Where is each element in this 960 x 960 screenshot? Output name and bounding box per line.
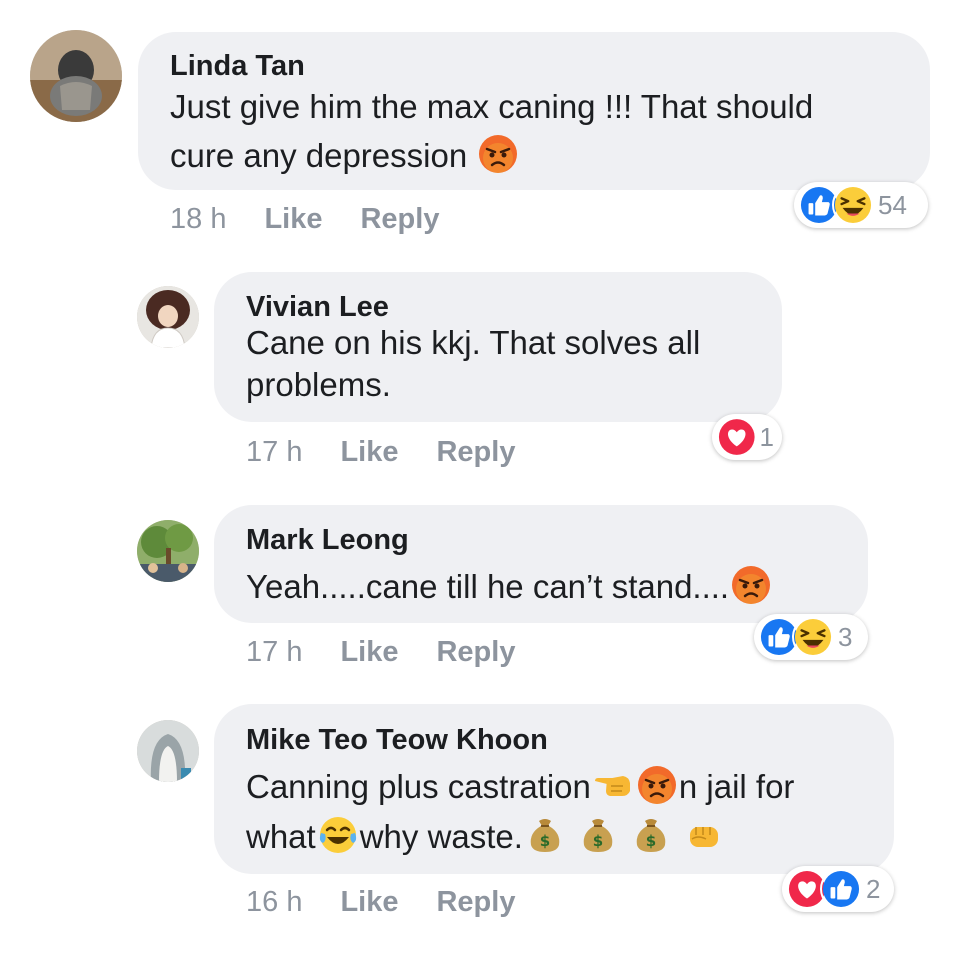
author-name[interactable]: Mark Leong bbox=[246, 524, 409, 557]
comment-meta: 18 h Like Reply bbox=[170, 203, 477, 236]
reaction-summary[interactable]: 54 bbox=[794, 182, 928, 228]
comment-line-text: Canning plus castration bbox=[246, 768, 591, 805]
reaction-count: 2 bbox=[866, 873, 881, 904]
comment-line-text: Yeah.....cane till he can’t stand.... bbox=[246, 568, 730, 605]
fist-emoji-icon bbox=[684, 815, 724, 855]
comment-meta: 17 h Like Reply bbox=[246, 636, 553, 669]
like-button[interactable]: Like bbox=[340, 636, 398, 669]
like-button[interactable]: Like bbox=[340, 436, 398, 469]
comment-text: Yeah.....cane till he can’t stand.... bbox=[246, 562, 773, 611]
like-icon bbox=[820, 868, 862, 910]
comment-line: Canning plus castration n jail for bbox=[246, 762, 794, 812]
comment-line: Just give him the max caning !!! That sh… bbox=[170, 88, 814, 125]
reaction-summary[interactable]: 3 bbox=[754, 614, 868, 660]
reaction-count: 54 bbox=[878, 189, 907, 220]
angry-emoji-icon bbox=[731, 565, 771, 605]
comment-line: Yeah.....cane till he can’t stand.... bbox=[246, 562, 773, 611]
avatar-photo bbox=[30, 30, 122, 122]
love-icon bbox=[716, 416, 758, 458]
reaction-count: 3 bbox=[838, 621, 853, 652]
comment-text: Just give him the max caning !!! That sh… bbox=[170, 82, 813, 180]
haha-icon bbox=[832, 184, 874, 226]
author-name[interactable]: Vivian Lee bbox=[246, 291, 389, 324]
joy-emoji-icon bbox=[318, 815, 358, 855]
comment-line-text: cure any depression bbox=[170, 137, 468, 174]
timestamp[interactable]: 17 h bbox=[246, 436, 302, 469]
comment-line: what why waste. bbox=[246, 812, 794, 862]
comment-line: problems. bbox=[246, 366, 391, 403]
reply-button[interactable]: Reply bbox=[436, 436, 515, 469]
timestamp[interactable]: 17 h bbox=[246, 636, 302, 669]
comment-line: Cane on his kkj. That solves all bbox=[246, 324, 701, 361]
like-button[interactable]: Like bbox=[340, 886, 398, 919]
like-button[interactable]: Like bbox=[264, 203, 322, 236]
avatar[interactable] bbox=[30, 30, 122, 122]
comment-text: Canning plus castration n jail for what wh… bbox=[246, 762, 794, 862]
reply-button[interactable]: Reply bbox=[436, 636, 515, 669]
timestamp[interactable]: 16 h bbox=[246, 886, 302, 919]
pointing-hand-emoji-icon bbox=[593, 765, 633, 805]
reaction-count: 1 bbox=[759, 421, 774, 452]
reply-button[interactable]: Reply bbox=[360, 203, 439, 236]
avatar-photo bbox=[137, 286, 199, 348]
comment-line-2: cure any depression bbox=[170, 131, 813, 180]
reaction-summary[interactable]: 2 bbox=[782, 866, 894, 912]
comment-meta: 16 h Like Reply bbox=[246, 886, 553, 919]
comment-text: Cane on his kkj. That solves all problem… bbox=[246, 322, 700, 406]
timestamp[interactable]: 18 h bbox=[170, 203, 226, 236]
avatar[interactable] bbox=[137, 286, 199, 348]
reaction-summary[interactable]: 1 bbox=[712, 414, 782, 460]
author-name[interactable]: Linda Tan bbox=[170, 50, 305, 83]
haha-icon bbox=[792, 616, 834, 658]
money-bag-emoji-icon bbox=[525, 815, 565, 855]
avatar-photo bbox=[137, 520, 199, 582]
avatar[interactable] bbox=[137, 720, 199, 782]
reply-button[interactable]: Reply bbox=[436, 886, 515, 919]
money-bag-emoji-icon bbox=[578, 815, 618, 855]
comment-line-text: why waste. bbox=[359, 818, 523, 855]
comment-line-text: n jail for bbox=[678, 768, 795, 805]
comment-line-text: what bbox=[246, 818, 316, 855]
angry-emoji-icon bbox=[637, 765, 677, 805]
avatar-photo bbox=[137, 720, 199, 782]
angry-emoji-icon bbox=[478, 134, 518, 174]
comment-meta: 17 h Like Reply bbox=[246, 436, 553, 469]
money-bag-emoji-icon bbox=[631, 815, 671, 855]
author-name[interactable]: Mike Teo Teow Khoon bbox=[246, 724, 548, 757]
avatar[interactable] bbox=[137, 520, 199, 582]
